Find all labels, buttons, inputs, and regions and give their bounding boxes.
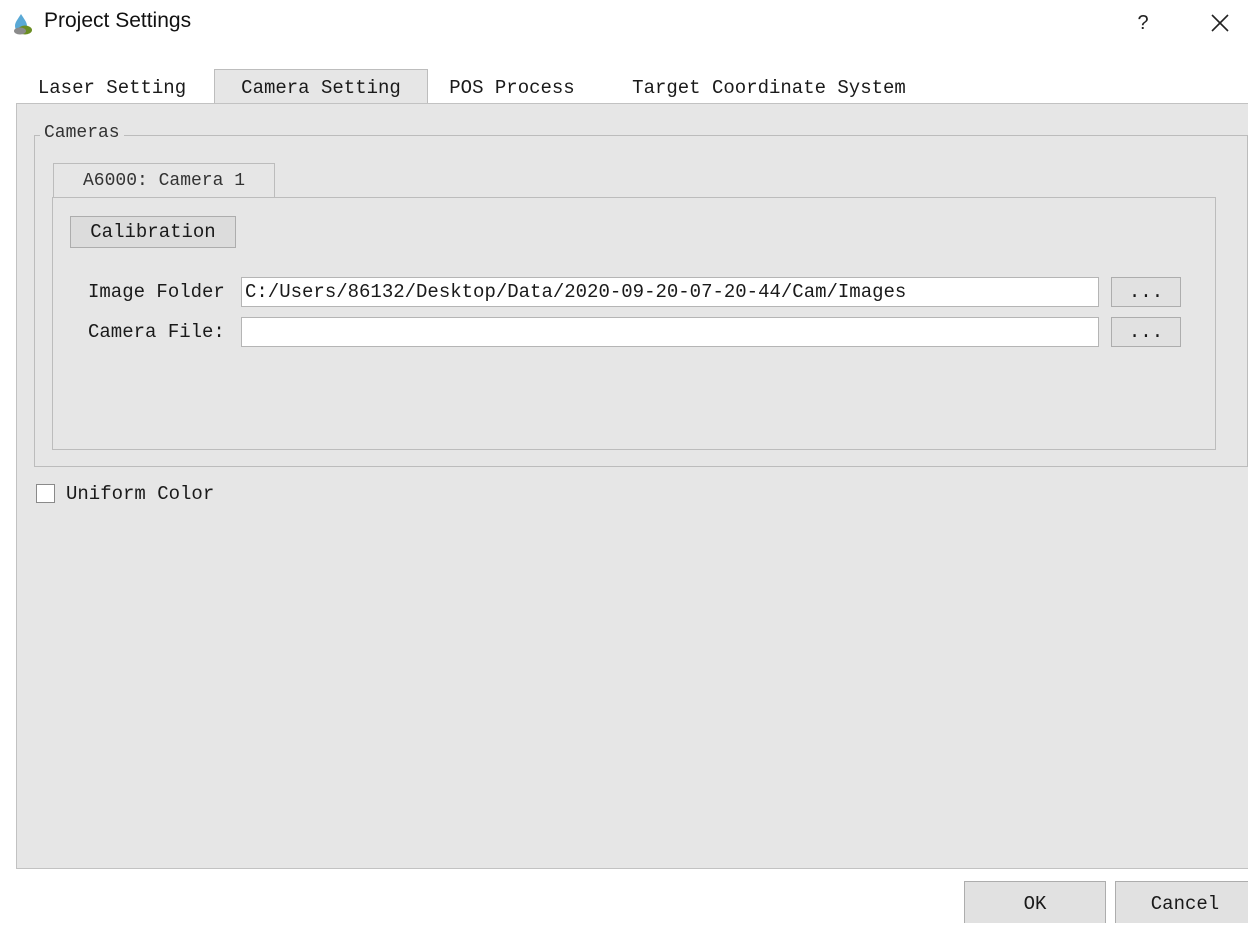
settings-tabs: Laser Setting Camera Setting POS Process… bbox=[16, 69, 1248, 105]
calibration-button[interactable]: Calibration bbox=[70, 216, 236, 248]
cancel-button[interactable]: Cancel bbox=[1115, 881, 1248, 923]
tab-target-coordinate-system[interactable]: Target Coordinate System bbox=[620, 70, 918, 104]
uniform-color-label[interactable]: Uniform Color bbox=[66, 483, 214, 505]
close-button[interactable] bbox=[1200, 4, 1240, 42]
tab-laser-setting[interactable]: Laser Setting bbox=[18, 70, 206, 104]
image-folder-label: Image Folder bbox=[88, 281, 225, 303]
image-folder-browse-button[interactable]: ... bbox=[1111, 277, 1181, 307]
window-title: Project Settings bbox=[44, 9, 192, 32]
app-icon bbox=[14, 14, 32, 35]
camera-file-browse-button[interactable]: ... bbox=[1111, 317, 1181, 347]
help-button[interactable]: ? bbox=[1128, 6, 1158, 40]
title-bar: Project Settings ? bbox=[0, 0, 1248, 50]
tab-camera-1[interactable]: A6000: Camera 1 bbox=[53, 163, 275, 198]
tab-pos-process[interactable]: POS Process bbox=[436, 70, 588, 104]
camera-file-field[interactable] bbox=[241, 317, 1099, 347]
close-icon bbox=[1211, 14, 1229, 32]
uniform-color-checkbox[interactable] bbox=[36, 484, 55, 503]
camera-file-label: Camera File: bbox=[88, 321, 225, 343]
cameras-group-title: Cameras bbox=[40, 123, 124, 143]
tab-camera-setting[interactable]: Camera Setting bbox=[214, 69, 428, 105]
ok-button[interactable]: OK bbox=[964, 881, 1106, 923]
image-folder-field[interactable]: C:/Users/86132/Desktop/Data/2020-09-20-0… bbox=[241, 277, 1099, 307]
